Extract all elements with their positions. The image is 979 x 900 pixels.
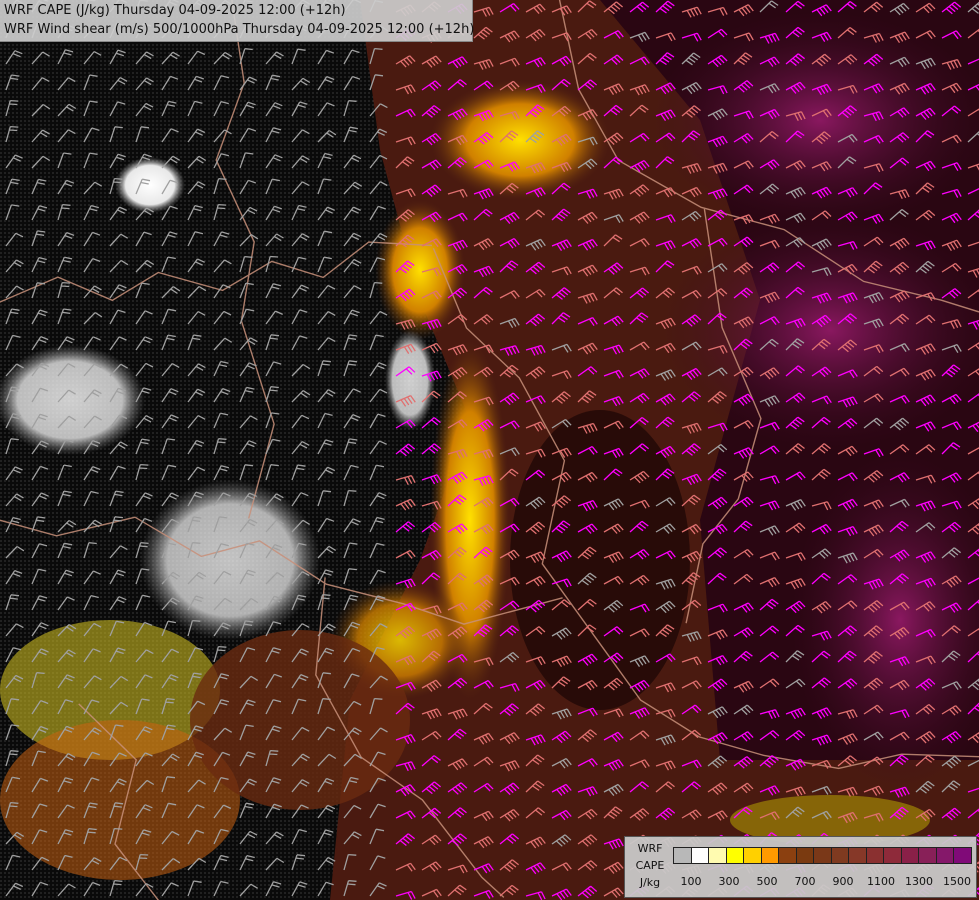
legend-variable-label: CAPE [635,859,665,872]
legend-tick: 300 [718,875,740,888]
legend-tick: 1500 [943,875,971,888]
legend-tick: 700 [794,875,816,888]
legend-swatch [900,847,919,864]
legend-swatch [953,847,972,864]
cape-title: WRF CAPE (J/kg) Thursday 04-09-2025 12:0… [4,3,346,18]
legend-swatch [848,847,867,864]
wind-shear-title: WRF Wind shear (m/s) 500/1000hPa Thursda… [4,22,475,37]
cape-wind-shear-map [0,0,979,900]
legend-tick: 1100 [867,875,895,888]
legend-tick: 500 [756,875,778,888]
legend-swatch [690,847,709,864]
legend-swatch [883,847,902,864]
legend-swatch [918,847,937,864]
legend-swatch [795,847,814,864]
legend-swatch [813,847,832,864]
legend-swatch [708,847,727,864]
map-viewer: WRF CAPE (J/kg) Thursday 04-09-2025 12:0… [0,0,979,900]
map-title-box: WRF CAPE (J/kg) Thursday 04-09-2025 12:0… [0,0,475,42]
legend-swatch [725,847,744,864]
legend-tick: 900 [832,875,854,888]
legend-swatch [743,847,762,864]
legend-swatch [865,847,884,864]
legend-tick: 1300 [905,875,933,888]
legend-swatch [935,847,954,864]
legend-model-label: WRF [637,842,663,855]
legend-tick: 100 [680,875,702,888]
legend-swatch [830,847,849,864]
cape-legend: WRF CAPE J/kg 100 300 500 700 900 1100 1300 150… [624,836,977,898]
legend-swatch [760,847,779,864]
legend-swatch [778,847,797,864]
legend-swatch [673,847,692,864]
legend-unit-label: J/kg [639,876,661,889]
